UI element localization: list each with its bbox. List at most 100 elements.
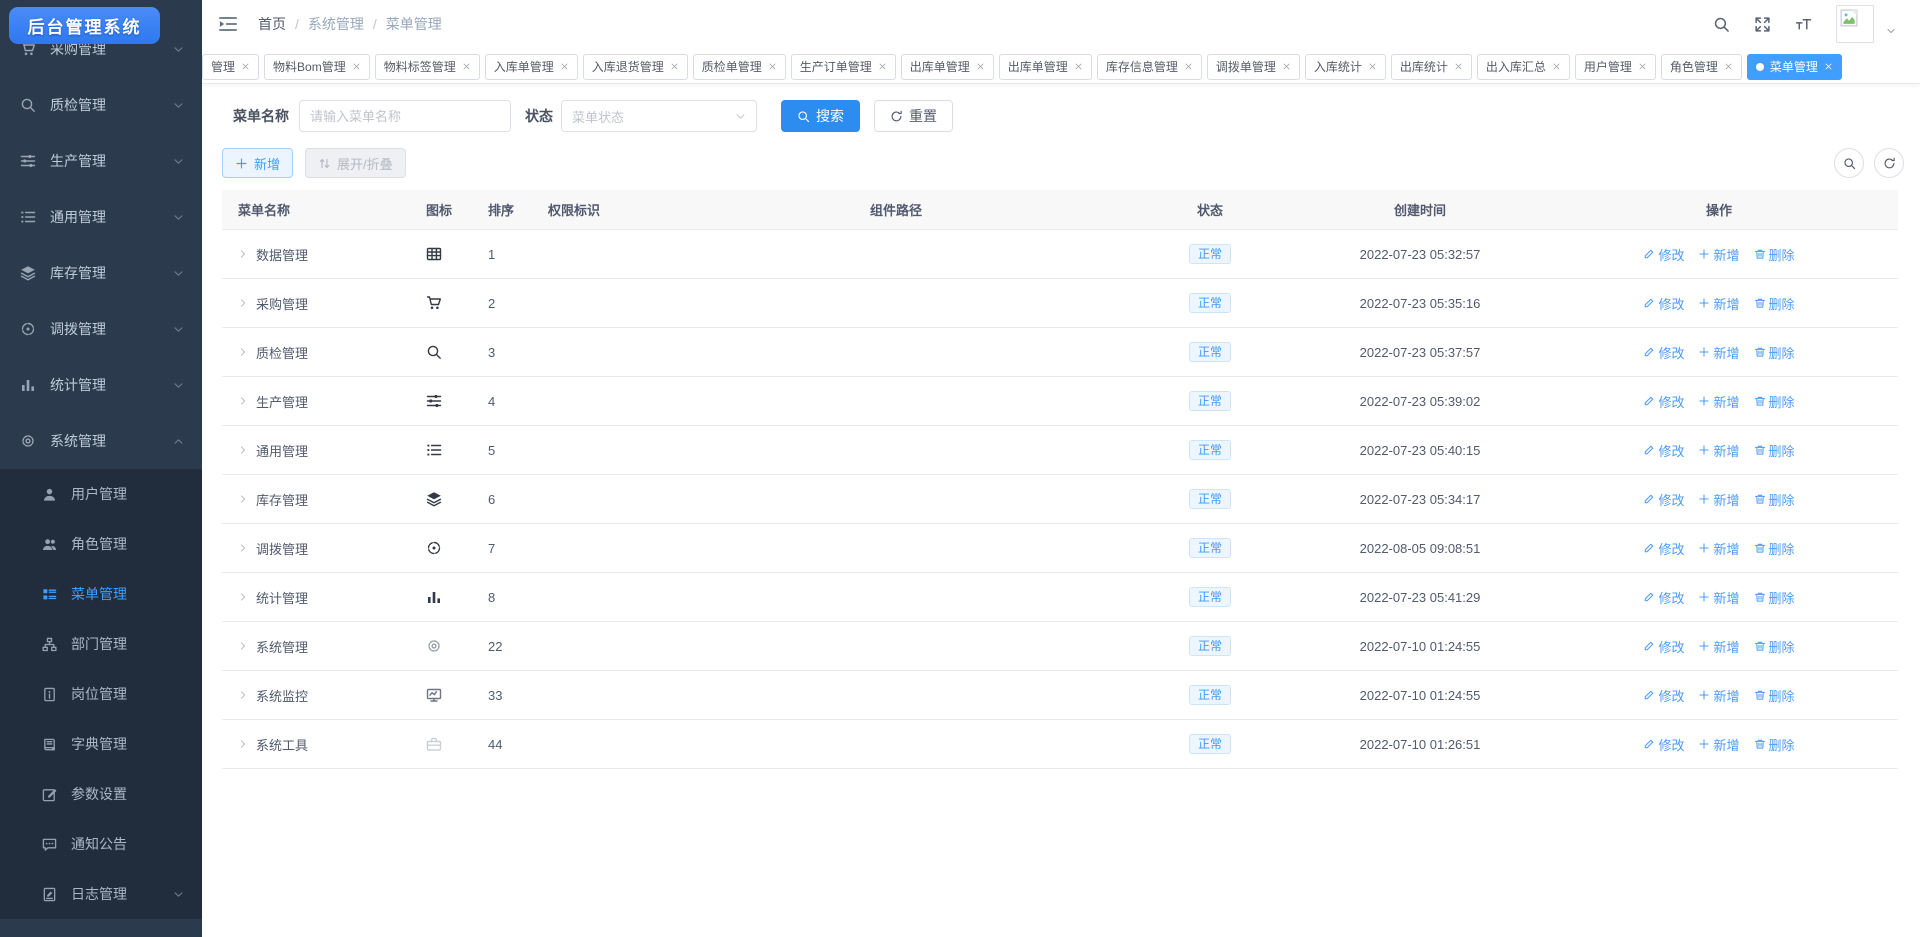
app-logo[interactable]: 后台管理系统 xyxy=(9,7,160,44)
page-tab[interactable]: 生产订单管理 xyxy=(791,54,896,80)
add-button[interactable]: 新增 xyxy=(222,148,293,178)
sidebar-subitem[interactable]: 岗位管理 xyxy=(0,669,202,719)
page-tab[interactable]: 角色管理 xyxy=(1661,54,1742,80)
breadcrumb-item[interactable]: 菜单管理 xyxy=(386,14,442,34)
search-button[interactable]: 搜索 xyxy=(781,100,860,132)
table-row[interactable]: 系统监控 33 正常 2022-07-10 01:24:55 修改 新增 删除 xyxy=(222,671,1898,720)
toggle-search-button[interactable] xyxy=(1834,148,1864,178)
expand-row-icon[interactable] xyxy=(238,739,248,749)
tab-close-icon[interactable] xyxy=(462,62,471,71)
tab-close-icon[interactable] xyxy=(1282,62,1291,71)
menu-name-input[interactable] xyxy=(299,100,511,132)
edit-link[interactable]: 修改 xyxy=(1643,294,1684,313)
edit-link[interactable]: 修改 xyxy=(1643,245,1684,264)
sidebar-subitem[interactable]: 部门管理 xyxy=(0,619,202,669)
table-row[interactable]: 通用管理 5 正常 2022-07-23 05:40:15 修改 新增 删除 xyxy=(222,426,1898,475)
sidebar-item[interactable]: 库存管理 xyxy=(0,245,202,301)
delete-link[interactable]: 删除 xyxy=(1754,735,1795,754)
add-child-link[interactable]: 新增 xyxy=(1698,245,1739,264)
edit-link[interactable]: 修改 xyxy=(1643,588,1684,607)
tab-close-icon[interactable] xyxy=(1368,62,1377,71)
sidebar-subitem[interactable]: 菜单管理 xyxy=(0,569,202,619)
expand-row-icon[interactable] xyxy=(238,592,248,602)
table-row[interactable]: 生产管理 4 正常 2022-07-23 05:39:02 修改 新增 删除 xyxy=(222,377,1898,426)
edit-link[interactable]: 修改 xyxy=(1643,343,1684,362)
page-tab[interactable]: 管理 xyxy=(202,54,259,80)
edit-link[interactable]: 修改 xyxy=(1643,441,1684,460)
tab-close-icon[interactable] xyxy=(241,62,250,71)
delete-link[interactable]: 删除 xyxy=(1754,490,1795,509)
tab-close-icon[interactable] xyxy=(560,62,569,71)
tab-close-icon[interactable] xyxy=(768,62,777,71)
expand-row-icon[interactable] xyxy=(238,690,248,700)
page-tab[interactable]: 入库统计 xyxy=(1305,54,1386,80)
edit-link[interactable]: 修改 xyxy=(1643,539,1684,558)
sidebar-subitem[interactable]: 参数设置 xyxy=(0,769,202,819)
table-row[interactable]: 质检管理 3 正常 2022-07-23 05:37:57 修改 新增 删除 xyxy=(222,328,1898,377)
delete-link[interactable]: 删除 xyxy=(1754,686,1795,705)
page-tab[interactable]: 物料Bom管理 xyxy=(264,54,370,80)
sidebar-subitem[interactable]: 用户管理 xyxy=(0,469,202,519)
delete-link[interactable]: 删除 xyxy=(1754,637,1795,656)
table-row[interactable]: 调拨管理 7 正常 2022-08-05 09:08:51 修改 新增 删除 xyxy=(222,524,1898,573)
sidebar-item[interactable]: 系统管理 xyxy=(0,413,202,469)
page-tab[interactable]: 调拨单管理 xyxy=(1207,54,1300,80)
sidebar-item[interactable]: 质检管理 xyxy=(0,77,202,133)
edit-link[interactable]: 修改 xyxy=(1643,637,1684,656)
breadcrumb-item[interactable]: 首页 xyxy=(258,14,286,34)
page-tab[interactable]: 菜单管理 xyxy=(1747,54,1842,80)
page-tab[interactable]: 入库单管理 xyxy=(485,54,578,80)
add-child-link[interactable]: 新增 xyxy=(1698,735,1739,754)
reset-button[interactable]: 重置 xyxy=(874,100,953,132)
delete-link[interactable]: 删除 xyxy=(1754,588,1795,607)
page-tab[interactable]: 入库退货管理 xyxy=(583,54,688,80)
sidebar-item[interactable]: 通用管理 xyxy=(0,189,202,245)
add-child-link[interactable]: 新增 xyxy=(1698,343,1739,362)
delete-link[interactable]: 删除 xyxy=(1754,294,1795,313)
delete-link[interactable]: 删除 xyxy=(1754,441,1795,460)
tab-close-icon[interactable] xyxy=(1638,62,1647,71)
tab-close-icon[interactable] xyxy=(670,62,679,71)
add-child-link[interactable]: 新增 xyxy=(1698,294,1739,313)
page-tab[interactable]: 出库统计 xyxy=(1391,54,1472,80)
tab-close-icon[interactable] xyxy=(352,62,361,71)
delete-link[interactable]: 删除 xyxy=(1754,343,1795,362)
tab-close-icon[interactable] xyxy=(1074,62,1083,71)
expand-collapse-button[interactable]: 展开/折叠 xyxy=(305,148,406,178)
add-child-link[interactable]: 新增 xyxy=(1698,392,1739,411)
delete-link[interactable]: 删除 xyxy=(1754,392,1795,411)
tab-close-icon[interactable] xyxy=(1724,62,1733,71)
add-child-link[interactable]: 新增 xyxy=(1698,637,1739,656)
tab-close-icon[interactable] xyxy=(1552,62,1561,71)
expand-row-icon[interactable] xyxy=(238,445,248,455)
page-tab[interactable]: 出库单管理 xyxy=(901,54,994,80)
breadcrumb-item[interactable]: 系统管理 xyxy=(308,14,364,34)
table-row[interactable]: 系统工具 44 正常 2022-07-10 01:26:51 修改 新增 删除 xyxy=(222,720,1898,769)
page-tab[interactable]: 出库单管理 xyxy=(999,54,1092,80)
table-row[interactable]: 统计管理 8 正常 2022-07-23 05:41:29 修改 新增 删除 xyxy=(222,573,1898,622)
page-tab[interactable]: 用户管理 xyxy=(1575,54,1656,80)
add-child-link[interactable]: 新增 xyxy=(1698,441,1739,460)
add-child-link[interactable]: 新增 xyxy=(1698,490,1739,509)
page-tab[interactable]: 物料标签管理 xyxy=(375,54,480,80)
sidebar-fold-icon[interactable] xyxy=(218,14,238,34)
refresh-table-button[interactable] xyxy=(1874,148,1904,178)
sidebar-subitem[interactable]: 字典管理 xyxy=(0,719,202,769)
expand-row-icon[interactable] xyxy=(238,494,248,504)
fullscreen-icon[interactable] xyxy=(1754,16,1771,33)
page-tab[interactable]: 质检单管理 xyxy=(693,54,786,80)
table-row[interactable]: 库存管理 6 正常 2022-07-23 05:34:17 修改 新增 删除 xyxy=(222,475,1898,524)
expand-row-icon[interactable] xyxy=(238,249,248,259)
table-row[interactable]: 采购管理 2 正常 2022-07-23 05:35:16 修改 新增 删除 xyxy=(222,279,1898,328)
status-select[interactable]: 菜单状态 xyxy=(561,100,757,132)
tab-close-icon[interactable] xyxy=(878,62,887,71)
sidebar-subitem[interactable]: 日志管理 xyxy=(0,869,202,919)
search-icon[interactable] xyxy=(1713,16,1730,33)
delete-link[interactable]: 删除 xyxy=(1754,245,1795,264)
table-row[interactable]: 数据管理 1 正常 2022-07-23 05:32:57 修改 新增 删除 xyxy=(222,230,1898,279)
breadcrumb-item[interactable]: / xyxy=(373,16,377,32)
sidebar-item[interactable]: 生产管理 xyxy=(0,133,202,189)
expand-row-icon[interactable] xyxy=(238,641,248,651)
page-tab[interactable]: 出入库汇总 xyxy=(1477,54,1570,80)
tab-close-icon[interactable] xyxy=(1824,62,1833,71)
